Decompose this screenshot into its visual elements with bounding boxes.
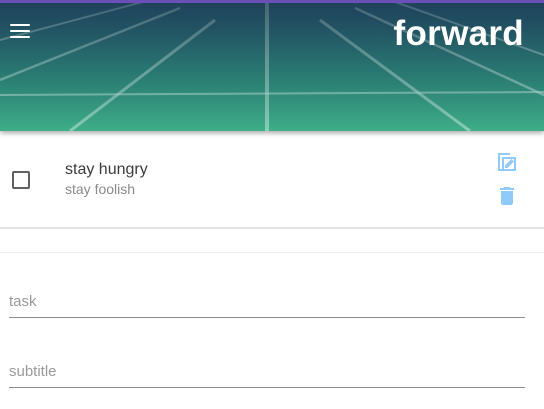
app: forward stay hungry stay foolish <box>0 0 544 409</box>
header-top-strip <box>0 0 544 3</box>
trash-icon[interactable] <box>495 184 519 208</box>
task-title: stay hungry <box>65 161 148 178</box>
task-checkbox[interactable] <box>12 171 30 189</box>
app-title: forward <box>393 14 524 53</box>
task-list-item: stay hungry stay foolish <box>0 131 544 229</box>
edit-icon[interactable] <box>495 150 519 174</box>
task-subtitle: stay foolish <box>65 181 136 197</box>
hamburger-menu-icon[interactable] <box>10 24 32 40</box>
subtitle-input[interactable] <box>9 356 525 388</box>
section-divider <box>0 252 544 253</box>
task-input[interactable] <box>9 286 525 318</box>
app-header: forward <box>0 0 544 131</box>
